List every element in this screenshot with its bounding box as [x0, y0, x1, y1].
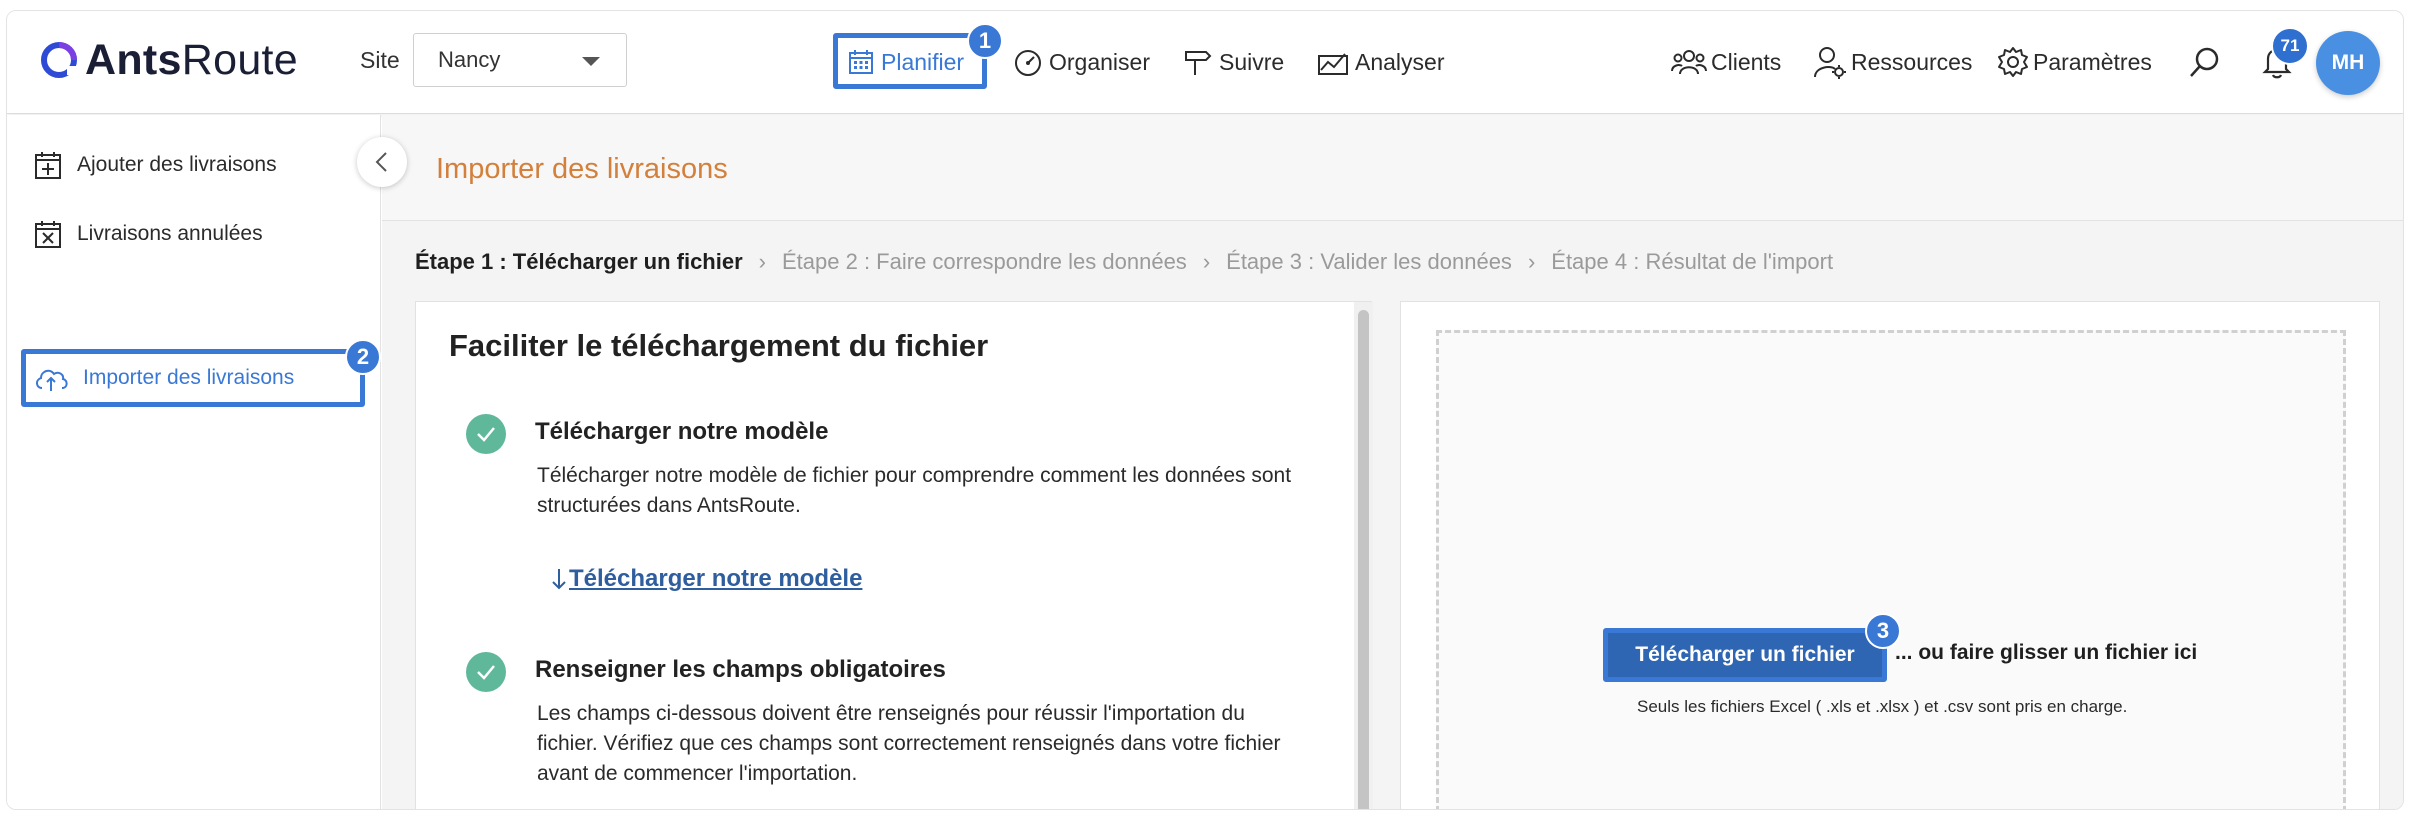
nav-organiser-label: Organiser	[1049, 48, 1150, 75]
search-icon	[2190, 47, 2219, 77]
nav-parametres-label: Paramètres	[2033, 48, 2152, 75]
check-circle-icon	[466, 414, 506, 454]
user-avatar[interactable]: MH	[2316, 31, 2380, 95]
user-gear-icon	[1814, 47, 1846, 79]
section-required-title: Renseigner les champs obligatoires	[535, 656, 946, 683]
add-box-icon	[35, 152, 61, 179]
chevron-right-icon: ›	[758, 249, 766, 274]
annotation-badge-2: 2	[345, 339, 381, 375]
nav-ressources[interactable]: Ressources	[1813, 37, 1972, 87]
notification-count-badge: 71	[2271, 27, 2309, 65]
step-4: Étape 4 : Résultat de l'import	[1551, 249, 1834, 274]
nav-parametres[interactable]: Paramètres	[1997, 37, 2152, 87]
antsroute-logo[interactable]: AntsRoute	[39, 35, 298, 85]
site-select-value: Nancy	[438, 47, 501, 72]
nav-suivre-label: Suivre	[1219, 48, 1285, 75]
logo-icon	[41, 42, 77, 78]
chevron-left-icon	[375, 152, 387, 172]
nav-organiser[interactable]: Organiser	[1013, 37, 1150, 87]
annotation-badge-1: 1	[967, 23, 1003, 59]
app-window: AntsRoute Site Nancy Planifier 1 Organis…	[6, 10, 2404, 810]
section-required-text: Les champs ci-dessous doivent être rense…	[537, 702, 1281, 785]
top-navigation-bar: AntsRoute Site Nancy Planifier 1 Organis…	[7, 11, 2403, 114]
nav-ressources-label: Ressources	[1851, 48, 1973, 75]
page-header: Importer des livraisons	[382, 115, 2403, 221]
chevron-right-icon: ›	[1202, 249, 1211, 274]
chevron-down-icon	[582, 57, 600, 66]
chart-icon	[1318, 53, 1348, 75]
nav-suivre[interactable]: Suivre	[1183, 37, 1284, 87]
sidebar-item-ajouter[interactable]: Ajouter des livraisons	[33, 142, 277, 188]
nav-clients-label: Clients	[1711, 48, 1782, 75]
site-select[interactable]: Nancy	[413, 33, 627, 87]
check-circle-icon	[466, 652, 506, 692]
sidebar-item-label: Ajouter des livraisons	[77, 153, 277, 176]
nav-clients[interactable]: Clients	[1671, 37, 1781, 87]
import-steps-breadcrumb: Étape 1 : Télécharger un fichier › Étape…	[415, 245, 1833, 279]
sidebar-item-label: Livraisons annulées	[77, 222, 263, 245]
supported-formats-note: Seuls les fichiers Excel ( .xls et .xlsx…	[1637, 697, 2128, 716]
page-title: Importer des livraisons	[436, 153, 728, 185]
search-button[interactable]	[2185, 42, 2225, 82]
nav-analyser[interactable]: Analyser	[1317, 37, 1444, 87]
upload-card	[1400, 301, 2380, 809]
step-2: Étape 2 : Faire correspondre les données	[782, 249, 1187, 274]
signpost-icon	[1185, 51, 1212, 75]
download-template-link[interactable]: Télécharger notre modèle	[549, 565, 862, 593]
collapse-sidebar-button[interactable]	[357, 137, 407, 187]
gauge-icon	[1015, 50, 1041, 76]
help-card: Faciliter le téléchargement du fichier T…	[415, 301, 1373, 809]
upload-file-button[interactable]: Télécharger un fichier	[1603, 628, 1887, 682]
step-1: Étape 1 : Télécharger un fichier	[415, 249, 743, 274]
chevron-right-icon: ›	[1527, 249, 1536, 274]
section-template-title: Télécharger notre modèle	[535, 418, 829, 445]
highlight-box-planifier	[833, 33, 987, 89]
sidebar-item-annulees[interactable]: Livraisons annulées	[33, 211, 263, 257]
scrollbar-thumb[interactable]	[1358, 310, 1369, 809]
step-3: Étape 3 : Valider les données	[1226, 249, 1512, 274]
gear-icon	[1998, 47, 2028, 77]
site-label: Site	[360, 47, 400, 73]
section-template-text: Télécharger notre modèle de fichier pour…	[537, 464, 1292, 517]
drop-hint-text: ... ou faire glisser un fichier ici	[1895, 641, 2198, 664]
highlight-box-importer	[21, 349, 365, 407]
arrow-down-icon	[552, 569, 566, 590]
nav-analyser-label: Analyser	[1355, 48, 1445, 75]
help-card-title: Faciliter le téléchargement du fichier	[449, 328, 989, 363]
cancel-box-icon	[35, 221, 61, 248]
people-icon	[1671, 50, 1707, 75]
file-dropzone[interactable]	[1436, 330, 2346, 809]
download-template-link-label: Télécharger notre modèle	[569, 565, 863, 592]
